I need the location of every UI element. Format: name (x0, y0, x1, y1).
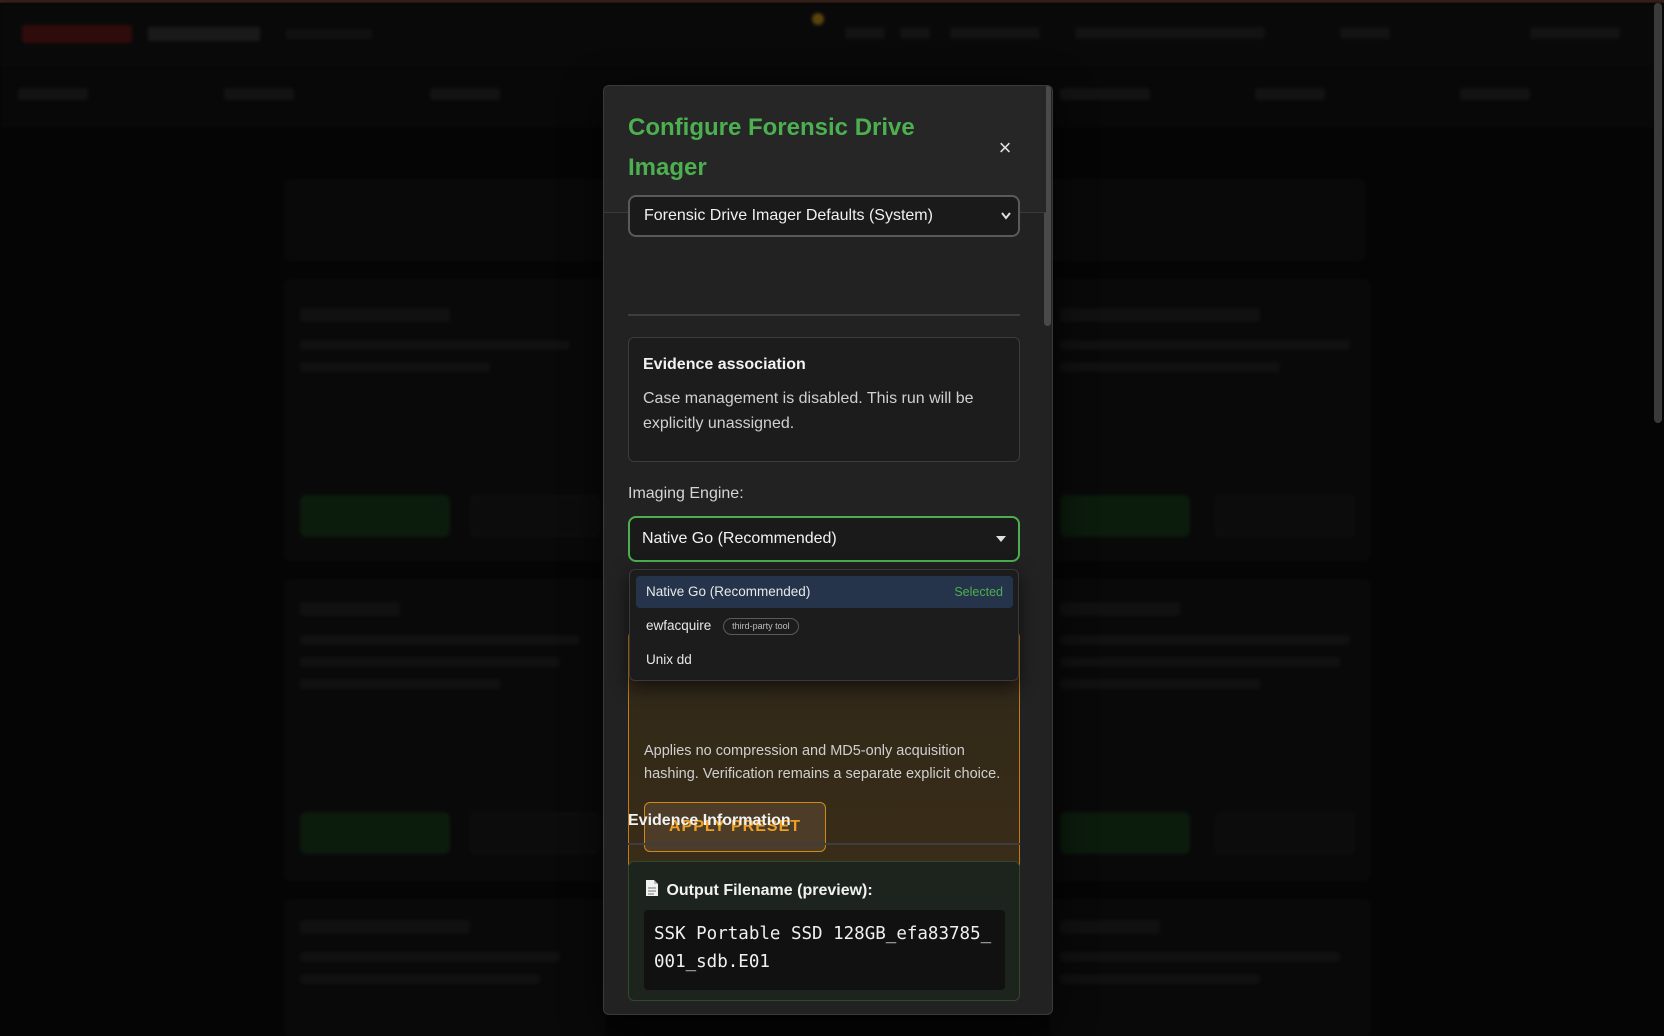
preset-description: Applies no compression and MD5-only acqu… (644, 743, 1001, 782)
evidence-association-box: Evidence association Case management is … (628, 337, 1020, 462)
evidence-association-text: Case management is disabled. This run wi… (643, 390, 974, 432)
output-filename-preview: SSK Portable SSD 128GB_efa83785_001_sdb.… (644, 910, 1005, 990)
evidence-association-heading: Evidence association (643, 356, 806, 373)
imaging-engine-select[interactable]: Native Go (Recommended) (628, 516, 1020, 562)
engine-option-unix-dd[interactable]: Unix dd (636, 644, 1013, 676)
engine-option-label: ewfacquire (646, 618, 712, 633)
imaging-engine-value: Native Go (Recommended) (642, 530, 837, 547)
modal-header: Configure Forensic Drive Imager × (604, 86, 1046, 213)
preset-select-value: Forensic Drive Imager Defaults (System) (644, 207, 933, 224)
selected-badge: Selected (954, 585, 1003, 599)
engine-option-label: Unix dd (646, 652, 692, 667)
chevron-down-icon (1000, 197, 1012, 251)
caret-down-icon (996, 536, 1006, 542)
evidence-information-heading: Evidence Information (628, 812, 791, 829)
output-filename-heading: Output Filename (preview): (644, 879, 873, 900)
modal-title: Configure Forensic Drive Imager (628, 114, 915, 181)
section-divider (628, 314, 1020, 316)
imaging-engine-label: Imaging Engine: (628, 485, 744, 502)
third-party-tag: third-party tool (723, 618, 799, 635)
section-divider (628, 843, 1020, 845)
output-filename-card: Output Filename (preview): SSK Portable … (628, 861, 1020, 1001)
preset-select[interactable]: Forensic Drive Imager Defaults (System) (628, 195, 1020, 237)
configure-imager-modal: Configure Forensic Drive Imager × Forens… (603, 85, 1053, 1015)
close-icon[interactable]: × (991, 134, 1019, 162)
output-filename-label: Output Filename (preview): (666, 882, 873, 899)
engine-option-native-go[interactable]: Native Go (Recommended) Selected (636, 576, 1013, 608)
imaging-engine-dropdown: Native Go (Recommended) Selected ewfacqu… (629, 569, 1019, 681)
engine-option-label: Native Go (Recommended) (646, 584, 811, 599)
page-scrollbar[interactable] (1654, 3, 1662, 423)
engine-option-ewfacquire[interactable]: ewfacquire third-party tool (636, 610, 1013, 642)
document-icon (644, 879, 662, 900)
